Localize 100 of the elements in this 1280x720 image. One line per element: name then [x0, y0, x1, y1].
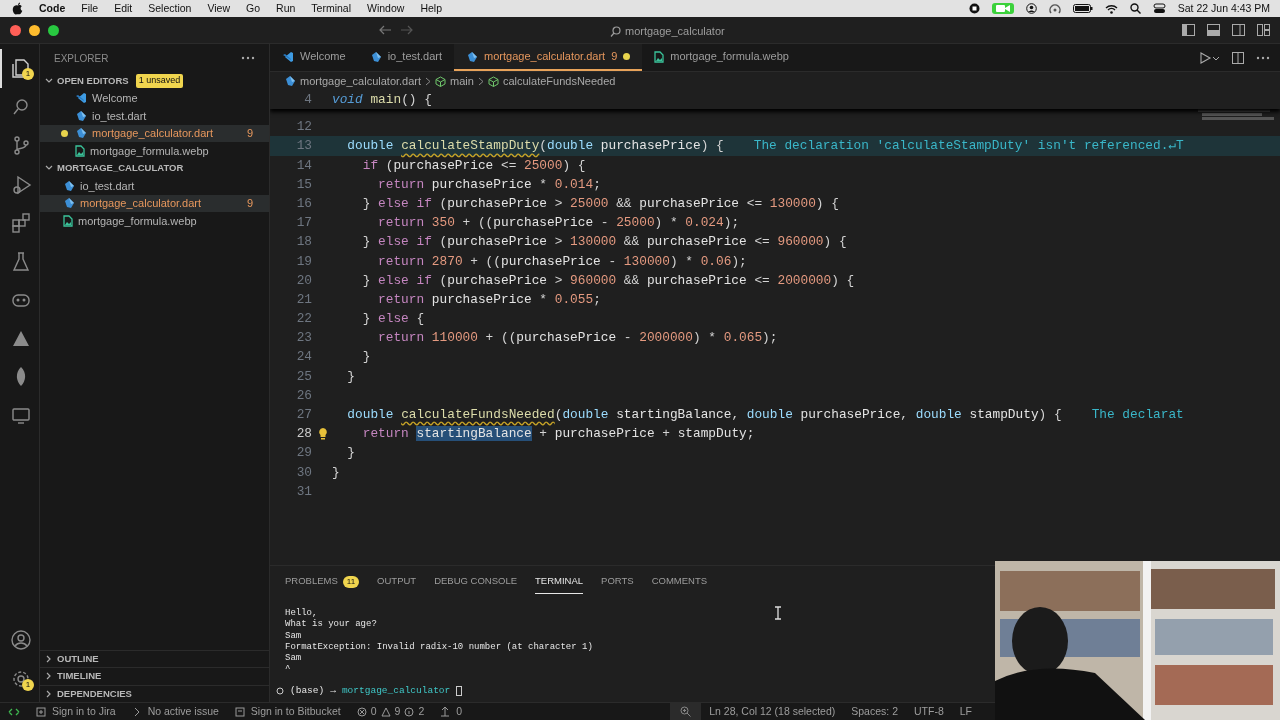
panel-tab[interactable]: COMMENTS: [651, 570, 708, 594]
count-badge: 1: [22, 68, 34, 80]
editor-tab[interactable]: Welcome: [270, 44, 358, 71]
breadcrumb-item[interactable]: calculateFundsNeeded: [487, 72, 616, 90]
problems-status[interactable]: 0 9 2: [348, 703, 433, 720]
code-line: return 350 + ((purchasePrice - 25000) * 0.024);: [377, 214, 740, 233]
code-line: return 110000 + ((purchasePrice - 2000000) * 0.065);: [377, 329, 778, 348]
panel-toggle-icon[interactable]: [1207, 24, 1220, 36]
status-item[interactable]: UTF-8: [906, 703, 952, 720]
code-line: }: [361, 348, 371, 367]
wifi-icon[interactable]: [1104, 3, 1118, 14]
dart-file-icon: [466, 50, 479, 63]
breadcrumb-item[interactable]: mortgage_calculator.dart: [284, 72, 422, 90]
zoom-button[interactable]: [670, 703, 702, 720]
terminal-line: Sam: [285, 653, 302, 665]
search-icon[interactable]: [1129, 3, 1141, 14]
menu-item[interactable]: Selection: [148, 0, 192, 17]
layout-icon[interactable]: [1257, 24, 1270, 36]
cube-icon: [435, 75, 447, 87]
code-line: } else if (purchasePrice > 960000 && purchasePrice <= 2000000) {: [361, 271, 855, 290]
line-number: 29: [295, 444, 313, 463]
problem-count: 9: [611, 49, 618, 65]
zoom-icon: [680, 706, 692, 717]
problem-count: 9: [246, 126, 253, 141]
section-header[interactable]: TIMELINE: [40, 667, 269, 685]
broadcast-icon[interactable]: [1048, 3, 1061, 14]
panel-tab[interactable]: OUTPUT: [377, 570, 417, 594]
section-header[interactable]: OPEN EDITORS 1 unsaved: [40, 72, 269, 90]
dart-file-icon: [63, 179, 75, 192]
panel-tab[interactable]: PORTS: [601, 570, 634, 594]
menu-item[interactable]: Go: [246, 0, 261, 17]
line-number: 28: [295, 425, 313, 444]
explorer-item[interactable]: mortgage_formula.webp: [40, 212, 269, 230]
status-item[interactable]: 0: [432, 703, 471, 720]
secondary-sidebar-icon[interactable]: [1232, 24, 1245, 36]
user-circle-icon[interactable]: [1025, 3, 1037, 14]
panel-tab[interactable]: TERMINAL: [535, 570, 584, 594]
section-header[interactable]: OUTLINE: [40, 649, 269, 667]
back-arrow-icon[interactable]: [378, 24, 392, 36]
warning-icon: [380, 706, 391, 717]
line-number: 16: [295, 194, 313, 213]
more-icon[interactable]: [1256, 55, 1270, 60]
terminal-line: FormatException: Invalid radix-10 number (at character 1): [285, 641, 593, 654]
editor-tab[interactable]: io_test.dart: [357, 44, 455, 71]
split-editor-icon[interactable]: [1232, 51, 1244, 64]
explorer-item[interactable]: io_test.dart: [40, 107, 269, 125]
status-item[interactable]: LF: [951, 703, 980, 720]
explorer-item[interactable]: mortgage_calculator.dart 9: [40, 124, 269, 142]
line-number: 20: [295, 271, 313, 290]
activity-tab[interactable]: 1: [0, 659, 39, 698]
panel-tab[interactable]: DEBUG CONSOLE: [434, 570, 518, 594]
breadcrumb-item[interactable]: main: [435, 72, 474, 90]
menu-item[interactable]: View: [207, 0, 231, 17]
line-number: 17: [295, 214, 313, 233]
status-item[interactable]: Ln 28, Col 12 (18 selected): [701, 703, 844, 720]
code-line: return startingBalance + purchasePrice + stampDuty;: [361, 425, 755, 444]
command-center[interactable]: mortgage_calculator: [610, 23, 725, 40]
menu-item[interactable]: File: [81, 0, 99, 17]
status-item[interactable]: Sign in to Bitbucket: [226, 703, 349, 720]
more-icon[interactable]: [241, 56, 255, 60]
record-icon[interactable]: [968, 3, 980, 14]
editor-tab[interactable]: mortgage_calculator.dart 9: [454, 44, 643, 71]
unsaved-badge: 1 unsaved: [135, 74, 184, 88]
explorer-item[interactable]: mortgage_calculator.dart 9: [40, 194, 269, 212]
explorer-item[interactable]: io_test.dart: [40, 177, 269, 195]
dart-file-icon: [284, 75, 296, 87]
zoom-window-button[interactable]: [48, 24, 59, 36]
line-number: 13: [295, 137, 313, 156]
status-item[interactable]: No active issue: [123, 703, 227, 720]
menu-item[interactable]: Terminal: [311, 0, 351, 17]
apple-icon[interactable]: [12, 2, 23, 15]
code-line: return purchasePrice * 0.014;: [377, 175, 601, 194]
minimize-window-button[interactable]: [29, 24, 40, 36]
code-line: } else {: [361, 310, 425, 329]
dart-file-icon: [369, 50, 382, 63]
menu-clock[interactable]: Sat 22 Jun 4:43 PM: [1177, 0, 1270, 17]
close-window-button[interactable]: [10, 24, 21, 36]
code-line: void main() {: [332, 91, 432, 109]
warning-count: 9: [394, 703, 401, 719]
section-header[interactable]: MORTGAGE_CALCULATOR: [40, 159, 269, 177]
chevron-right-icon: [425, 76, 432, 86]
status-item[interactable]: Spaces: 2: [843, 703, 906, 720]
control-center-icon[interactable]: [1152, 3, 1166, 14]
explorer-item[interactable]: mortgage_formula.webp: [40, 142, 269, 160]
menu-item[interactable]: Help: [420, 0, 442, 17]
files-icon: [9, 57, 32, 80]
lightbulb-icon[interactable]: [318, 427, 328, 441]
editor-tab[interactable]: mortgage_formula.webp: [642, 44, 801, 71]
sidebar-toggle-icon[interactable]: [1182, 24, 1195, 36]
battery-icon[interactable]: [1072, 4, 1093, 13]
prompt-status-icon: [276, 686, 284, 695]
menu-item[interactable]: Window: [367, 0, 405, 17]
explorer-item[interactable]: Welcome: [40, 89, 269, 107]
panel-tab[interactable]: PROBLEMS 11: [285, 570, 360, 594]
code-line: if (purchasePrice <= 25000) {: [361, 156, 586, 175]
run-debug-icon[interactable]: [1198, 51, 1220, 64]
app-menu[interactable]: Code: [39, 0, 66, 17]
menu-item[interactable]: Run: [276, 0, 296, 17]
menu-item[interactable]: Edit: [114, 0, 133, 17]
status-item[interactable]: Sign in to Jira: [28, 703, 124, 720]
